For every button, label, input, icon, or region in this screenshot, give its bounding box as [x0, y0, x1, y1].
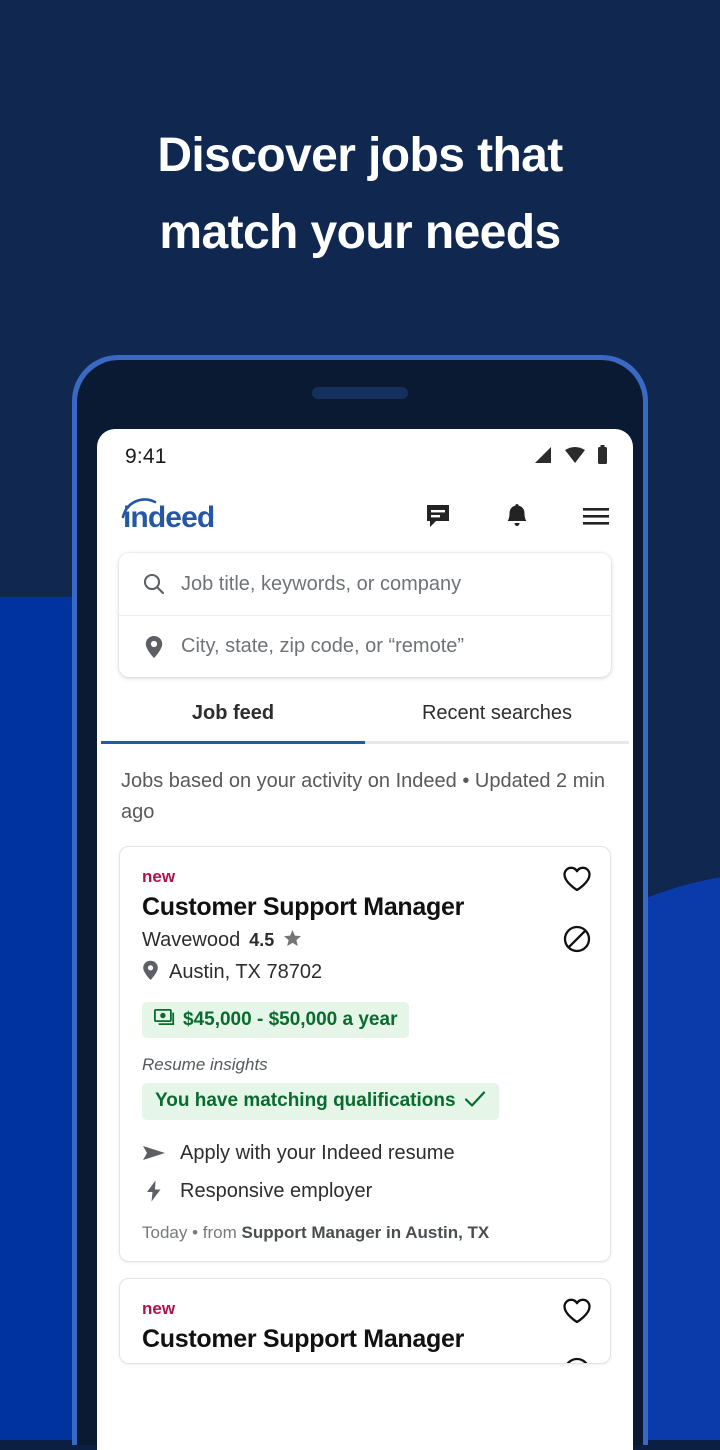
job-attribute: Apply with your Indeed resume [142, 1142, 588, 1165]
search-where-row[interactable]: City, state, zip code, or “remote” [119, 615, 611, 677]
lightning-bolt-icon [142, 1180, 166, 1202]
search-what-row[interactable]: Job title, keywords, or company [119, 553, 611, 615]
company-name[interactable]: Wavewood [142, 929, 240, 952]
search-box: Job title, keywords, or company City, st… [119, 553, 611, 677]
app-header-actions [423, 501, 611, 531]
job-card-actions [562, 865, 592, 959]
feed-meta-text: Jobs based on your activity on Indeed • … [121, 770, 605, 823]
phone-speaker-slot [312, 387, 408, 399]
job-card-footer-source: Support Manager in Austin, TX [241, 1222, 490, 1242]
tab-job-feed[interactable]: Job feed [101, 702, 365, 741]
status-bar-time: 9:41 [125, 445, 167, 468]
new-badge: new [142, 1298, 176, 1318]
job-attribute-text: Apply with your Indeed resume [180, 1141, 455, 1164]
status-bar-icons [533, 445, 608, 469]
search-what-input[interactable]: Job title, keywords, or company [181, 573, 461, 596]
money-icon [153, 1008, 175, 1031]
headline-line-1: Discover jobs that [157, 129, 563, 182]
hamburger-menu-icon[interactable] [581, 501, 611, 531]
indeed-logo[interactable]: indeed [121, 497, 243, 535]
phone-screen: 9:41 indeed Job title, keywords, or comp… [97, 429, 633, 1450]
resume-insights-label: Resume insights [142, 1054, 268, 1074]
phone-mockup: 9:41 indeed Job title, keywords, or comp… [72, 355, 648, 1450]
job-card[interactable]: new Customer Support Manager Wavewood 4.… [119, 846, 611, 1262]
job-location: Austin, TX 78702 [169, 961, 323, 983]
checkmark-icon [464, 1090, 486, 1113]
tab-active-underline [101, 741, 365, 744]
job-card-footer-prefix: Today • from [142, 1222, 242, 1242]
job-attribute: Responsive employer [142, 1180, 588, 1203]
feed-tabs: Job feed Recent searches [97, 702, 633, 741]
qualifications-pill: You have matching qualifications [142, 1082, 499, 1120]
save-job-heart-icon[interactable] [562, 865, 592, 898]
app-header: indeed [97, 485, 633, 547]
location-pin-icon [142, 960, 159, 986]
signal-icon [533, 446, 553, 469]
location-pin-icon [141, 635, 167, 659]
headline-line-2: match your needs [159, 205, 561, 259]
job-card-actions [562, 1297, 592, 1363]
battery-icon [597, 445, 608, 469]
phone-bezel: 9:41 indeed Job title, keywords, or comp… [77, 360, 643, 1450]
tab-underline-track [101, 741, 629, 744]
job-card-footer: Today • from Support Manager in Austin, … [142, 1223, 588, 1243]
notifications-bell-icon[interactable] [502, 501, 532, 531]
company-rating: 4.5 [249, 930, 275, 950]
qualifications-text: You have matching qualifications [155, 1090, 456, 1111]
job-attribute-text: Responsive employer [180, 1179, 373, 1202]
messages-icon[interactable] [423, 501, 453, 531]
promo-headline: Discover jobs that match your needs [0, 118, 720, 272]
salary-text: $45,000 - $50,000 a year [183, 1008, 398, 1030]
not-interested-block-icon[interactable] [562, 924, 592, 959]
tab-recent-searches[interactable]: Recent searches [365, 702, 629, 741]
company-row: Wavewood 4.5 [142, 929, 588, 953]
salary-pill: $45,000 - $50,000 a year [142, 1001, 410, 1038]
job-title[interactable]: Customer Support Manager [142, 1324, 588, 1355]
status-bar: 9:41 [97, 429, 633, 485]
job-title[interactable]: Customer Support Manager [142, 892, 588, 923]
search-icon [141, 572, 167, 596]
search-where-input[interactable]: City, state, zip code, or “remote” [181, 635, 464, 658]
save-job-heart-icon[interactable] [562, 1297, 592, 1330]
indeed-logo-text: indeed [123, 501, 215, 534]
search-panel: Job title, keywords, or company City, st… [97, 547, 633, 677]
send-icon [142, 1143, 166, 1163]
wifi-icon [564, 446, 586, 469]
job-card-list: new Customer Support Manager Wavewood 4.… [97, 828, 633, 1364]
job-card[interactable]: new Customer Support Manager [119, 1277, 611, 1364]
new-badge: new [142, 867, 176, 886]
location-row: Austin, TX 78702 [142, 960, 588, 986]
not-interested-block-icon[interactable] [562, 1356, 592, 1363]
star-icon [283, 929, 302, 953]
